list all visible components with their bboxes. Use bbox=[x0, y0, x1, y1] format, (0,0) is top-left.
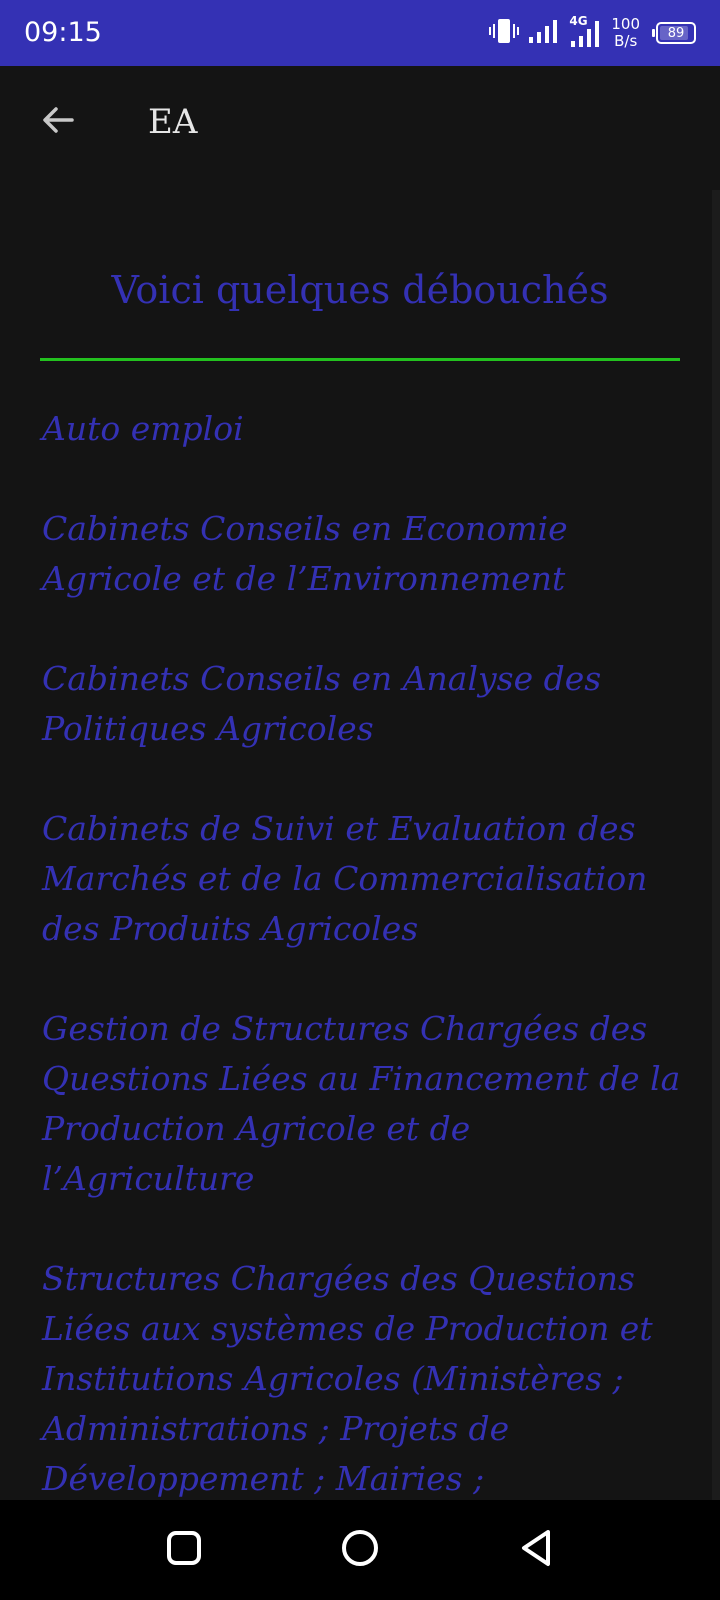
battery-level: 89 bbox=[667, 25, 685, 41]
navigation-bar bbox=[0, 1500, 720, 1600]
arrow-left-icon bbox=[40, 102, 76, 142]
status-time: 09:15 bbox=[24, 17, 102, 48]
divider bbox=[40, 358, 680, 361]
list-item: Gestion de Structures Chargées des Quest… bbox=[42, 1009, 681, 1198]
list-item: Cabinets Conseils en Economie Agricole e… bbox=[42, 509, 568, 598]
list-item: Cabinets de Suivi et Evaluation des Marc… bbox=[42, 809, 648, 948]
recent-apps-button[interactable] bbox=[160, 1526, 208, 1574]
back-triangle-icon bbox=[518, 1528, 554, 1572]
back-button[interactable] bbox=[28, 92, 88, 152]
recent-apps-icon bbox=[166, 1530, 202, 1570]
network-speed: 100 B/s bbox=[611, 16, 640, 50]
page-heading: Voici quelques débouchés bbox=[111, 268, 609, 312]
content-scroll-area[interactable]: Voici quelques débouchés Auto emploi Cab… bbox=[0, 186, 720, 1500]
network-speed-value: 100 bbox=[611, 15, 640, 33]
status-icons: 4G 100 B/s 89 bbox=[489, 14, 696, 52]
list-item: Cabinets Conseils en Analyse des Politiq… bbox=[42, 659, 602, 748]
signal-icon bbox=[529, 19, 559, 47]
vibrate-icon bbox=[489, 18, 520, 48]
list-item: Structures Chargées des Questions Liées … bbox=[42, 1259, 653, 1498]
list-item: Auto emploi bbox=[42, 409, 244, 448]
app-bar: EA bbox=[0, 66, 720, 186]
status-bar: 09:15 4G 100 B/s 89 bbox=[0, 0, 720, 66]
nav-back-button[interactable] bbox=[512, 1526, 560, 1574]
network-speed-unit: B/s bbox=[614, 32, 638, 50]
battery-icon: 89 bbox=[652, 22, 696, 44]
opportunities-list: Auto emploi Cabinets Conseils en Economi… bbox=[42, 404, 682, 1500]
home-button[interactable] bbox=[336, 1526, 384, 1574]
app-title: EA bbox=[148, 102, 198, 142]
home-icon bbox=[340, 1528, 380, 1572]
signal-4g-icon: 4G bbox=[569, 14, 601, 49]
